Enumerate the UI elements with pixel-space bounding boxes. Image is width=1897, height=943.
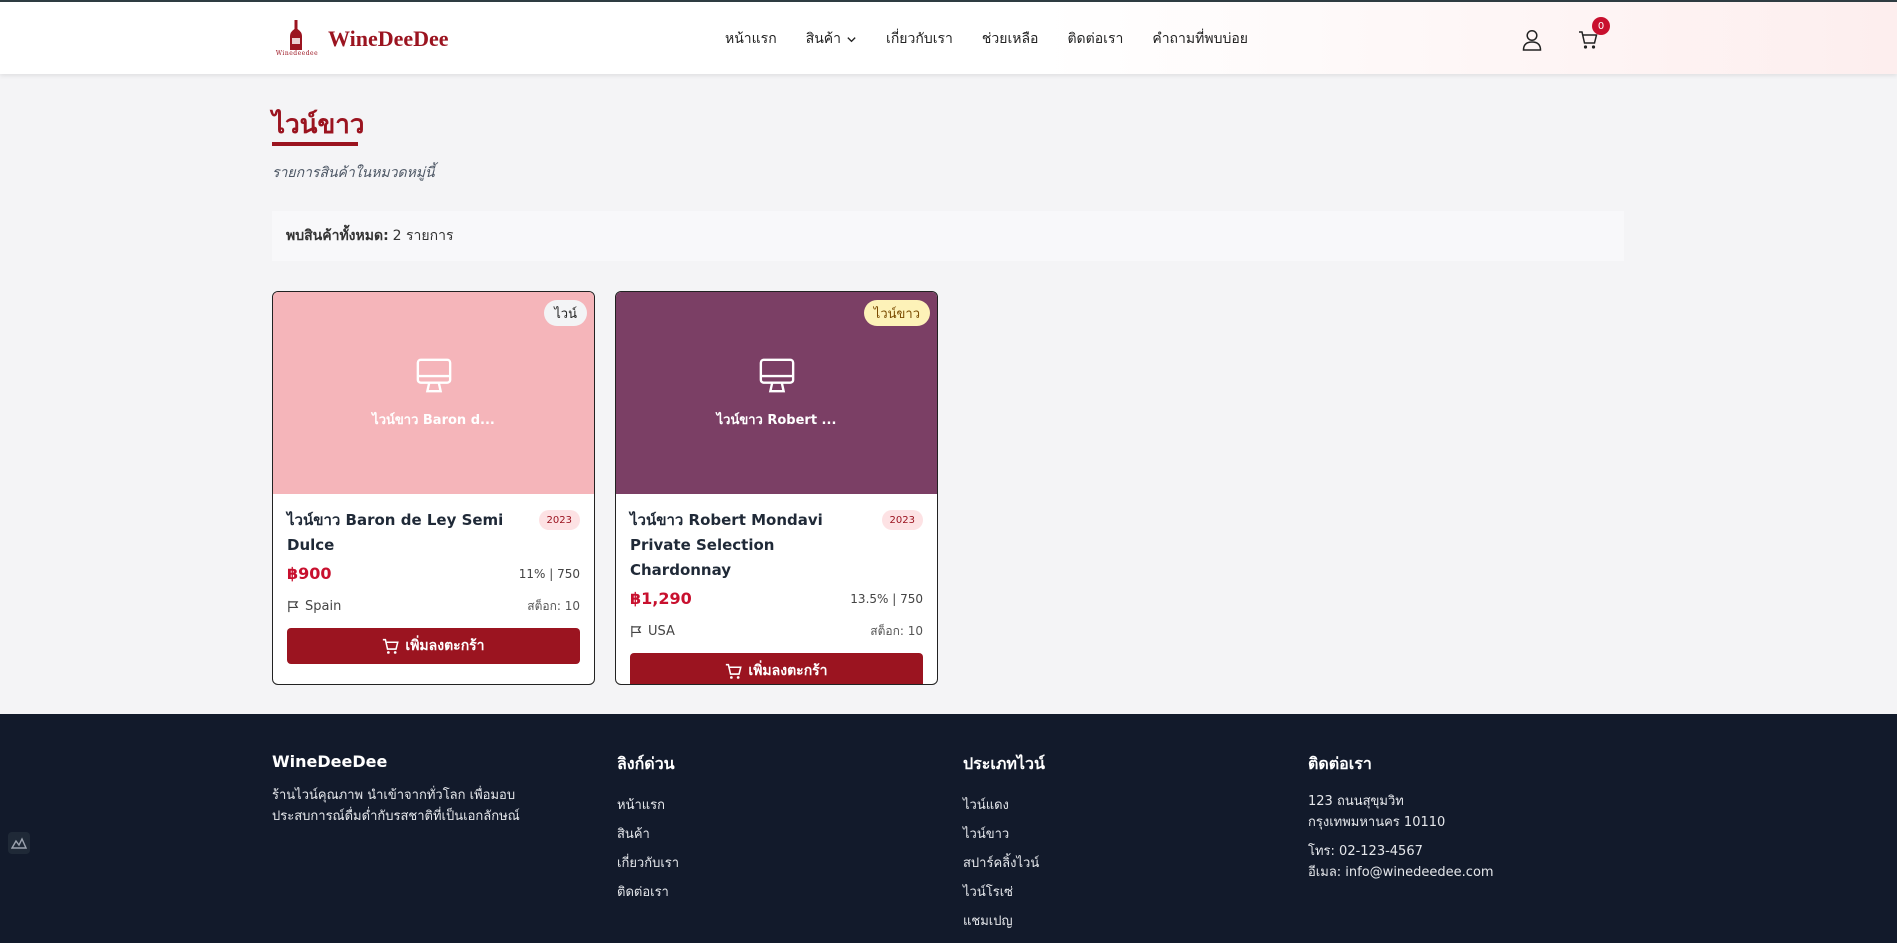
footer-wine-types: ประเภทไวน์ ไวน์แดง ไวน์ขาว สปาร์คลิ้งไวน… xyxy=(963,752,1045,936)
image-caption: ไวน์ขาว Baron d... xyxy=(372,412,495,428)
footer-contact-title: ติดต่อเรา xyxy=(1308,754,1372,773)
footer-link-contact[interactable]: ติดต่อเรา xyxy=(617,878,679,907)
footer-link-about[interactable]: เกี่ยวกับเรา xyxy=(617,849,679,878)
product-name[interactable]: ไวน์ขาว Baron de Ley Semi Dulce xyxy=(287,508,532,558)
title-underline xyxy=(272,142,358,146)
footer-quick-links-title: ลิงก์ด่วน xyxy=(617,754,675,773)
logo-mark: Winedeedee xyxy=(272,18,322,58)
product-origin: Spain xyxy=(287,599,341,614)
result-count-bar: พบสินค้าทั้งหมด: 2 รายการ xyxy=(272,211,1624,261)
nav-faq-label: คำถามที่พบบ่อย xyxy=(1152,31,1248,47)
nav-products[interactable]: สินค้า xyxy=(806,28,857,50)
product-abv-volume: 11% | 750 xyxy=(518,566,580,581)
user-icon[interactable] xyxy=(1522,29,1542,51)
main-nav: หน้าแรก สินค้า เกี่ยวกับเรา ช่วยเหลือ ติ… xyxy=(725,28,1277,50)
product-image-placeholder[interactable]: ไวน์ขาว Baron d... xyxy=(273,292,594,494)
category-badge: ไวน์ xyxy=(544,300,587,326)
monitor-icon xyxy=(759,358,794,392)
site-header: Winedeedee WineDeeDee หน้าแรก สินค้า เกี… xyxy=(0,2,1897,74)
nav-about-label: เกี่ยวกับเรา xyxy=(886,31,953,47)
origin-country: USA xyxy=(648,624,675,639)
add-to-cart-button[interactable]: เพิ่มลงตะกร้า xyxy=(630,653,923,684)
nav-home-label: หน้าแรก xyxy=(725,31,777,47)
product-abv-volume: 13.5% | 750 xyxy=(850,591,923,606)
cart-icon xyxy=(726,663,743,679)
page-subtitle: รายการสินค้าในหมวดหมู่นี้ xyxy=(272,165,435,181)
mountain-icon xyxy=(11,837,27,849)
footer-link-rose-wine[interactable]: ไวน์โรเซ่ xyxy=(963,878,1045,907)
footer-address-line2: กรุงเทพมหานคร 10110 xyxy=(1308,815,1446,830)
product-price: ฿1,290 xyxy=(630,589,692,608)
logo-tagline: Winedeedee xyxy=(275,50,319,57)
cart-count-badge: 0 xyxy=(1592,17,1610,35)
logo-text: WineDeeDee xyxy=(328,26,449,51)
origin-row: Spain สต็อก: 10 xyxy=(287,597,580,616)
origin-country: Spain xyxy=(305,599,342,614)
stock-count: สต็อก: 10 xyxy=(527,599,580,613)
monitor-icon xyxy=(416,358,451,392)
footer-link-champagne[interactable]: แชมเปญ xyxy=(963,907,1045,936)
footer-link-sparkling-wine[interactable]: สปาร์คลิ้งไวน์ xyxy=(963,849,1045,878)
floating-widget-icon[interactable] xyxy=(8,832,30,854)
footer-wine-types-title: ประเภทไวน์ xyxy=(963,754,1045,773)
cart-icon xyxy=(383,638,400,654)
add-to-cart-button[interactable]: เพิ่มลงตะกร้า xyxy=(287,628,580,664)
price-row: ฿900 11% | 750 xyxy=(287,564,580,583)
footer-brand-desc: ร้านไวน์คุณภาพ นำเข้าจากทั่วโลก เพื่อมอบ… xyxy=(272,788,520,824)
nav-help-label: ช่วยเหลือ xyxy=(981,31,1039,47)
product-card-body: ไวน์ขาว Robert Mondavi Private Selection… xyxy=(630,494,923,684)
result-count-value: 2 รายการ xyxy=(392,228,454,244)
nav-home[interactable]: หน้าแรก xyxy=(725,28,777,50)
vintage-badge: 2023 xyxy=(538,510,580,530)
footer-link-red-wine[interactable]: ไวน์แดง xyxy=(963,791,1045,820)
wine-bottle-icon xyxy=(290,20,302,50)
product-price: ฿900 xyxy=(287,564,332,583)
nav-faq[interactable]: คำถามที่พบบ่อย xyxy=(1152,28,1248,50)
product-card[interactable]: ไวน์ขาว Robert ... ไวน์ขาว ไวน์ขาว Rober… xyxy=(615,291,938,685)
footer-address-line1: 123 ถนนสุขุมวิท xyxy=(1308,794,1404,809)
site-footer: WineDeeDee ร้านไวน์คุณภาพ นำเข้าจากทั่วโ… xyxy=(0,714,1897,943)
nav-contact[interactable]: ติดต่อเรา xyxy=(1067,28,1123,50)
flag-icon xyxy=(631,625,642,638)
category-badge: ไวน์ขาว xyxy=(863,300,930,326)
product-card-body: ไวน์ขาว Baron de Ley Semi Dulce 2023 ฿90… xyxy=(287,494,580,664)
footer-brand: WineDeeDee ร้านไวน์คุณภาพ นำเข้าจากทั่วโ… xyxy=(272,752,572,827)
site-logo[interactable]: Winedeedee WineDeeDee xyxy=(272,18,449,58)
footer-phone: โทร: 02-123-4567 xyxy=(1308,844,1423,859)
result-count-label: พบสินค้าทั้งหมด: xyxy=(286,228,389,244)
stock-count: สต็อก: 10 xyxy=(870,624,923,638)
footer-link-products[interactable]: สินค้า xyxy=(617,820,679,849)
image-caption: ไวน์ขาว Robert ... xyxy=(716,412,837,428)
footer-brand-title: WineDeeDee xyxy=(272,752,388,771)
origin-row: USA สต็อก: 10 xyxy=(630,622,923,641)
product-name[interactable]: ไวน์ขาว Robert Mondavi Private Selection… xyxy=(630,508,875,583)
flag-icon xyxy=(288,600,299,613)
page-title: ไวน์ขาว xyxy=(272,110,365,140)
add-to-cart-label: เพิ่มลงตะกร้า xyxy=(405,638,485,654)
footer-quick-links: ลิงก์ด่วน หน้าแรก สินค้า เกี่ยวกับเรา ติ… xyxy=(617,752,679,907)
footer-link-white-wine[interactable]: ไวน์ขาว xyxy=(963,820,1045,849)
footer-email: อีเมล: info@winedeedee.com xyxy=(1308,865,1494,880)
nav-about[interactable]: เกี่ยวกับเรา xyxy=(886,28,953,50)
nav-help[interactable]: ช่วยเหลือ xyxy=(982,28,1039,50)
footer-link-home[interactable]: หน้าแรก xyxy=(617,791,679,820)
product-origin: USA xyxy=(630,624,675,639)
chevron-down-icon xyxy=(847,36,856,42)
footer-contact: ติดต่อเรา 123 ถนนสุขุมวิท กรุงเทพมหานคร … xyxy=(1308,752,1494,883)
nav-products-label: สินค้า xyxy=(805,31,842,47)
nav-contact-label: ติดต่อเรา xyxy=(1067,31,1124,47)
add-to-cart-label: เพิ่มลงตะกร้า xyxy=(748,663,828,679)
vintage-badge: 2023 xyxy=(881,510,923,530)
price-row: ฿1,290 13.5% | 750 xyxy=(630,589,923,608)
product-card[interactable]: ไวน์ขาว Baron d... ไวน์ ไวน์ขาว Baron de… xyxy=(272,291,595,685)
